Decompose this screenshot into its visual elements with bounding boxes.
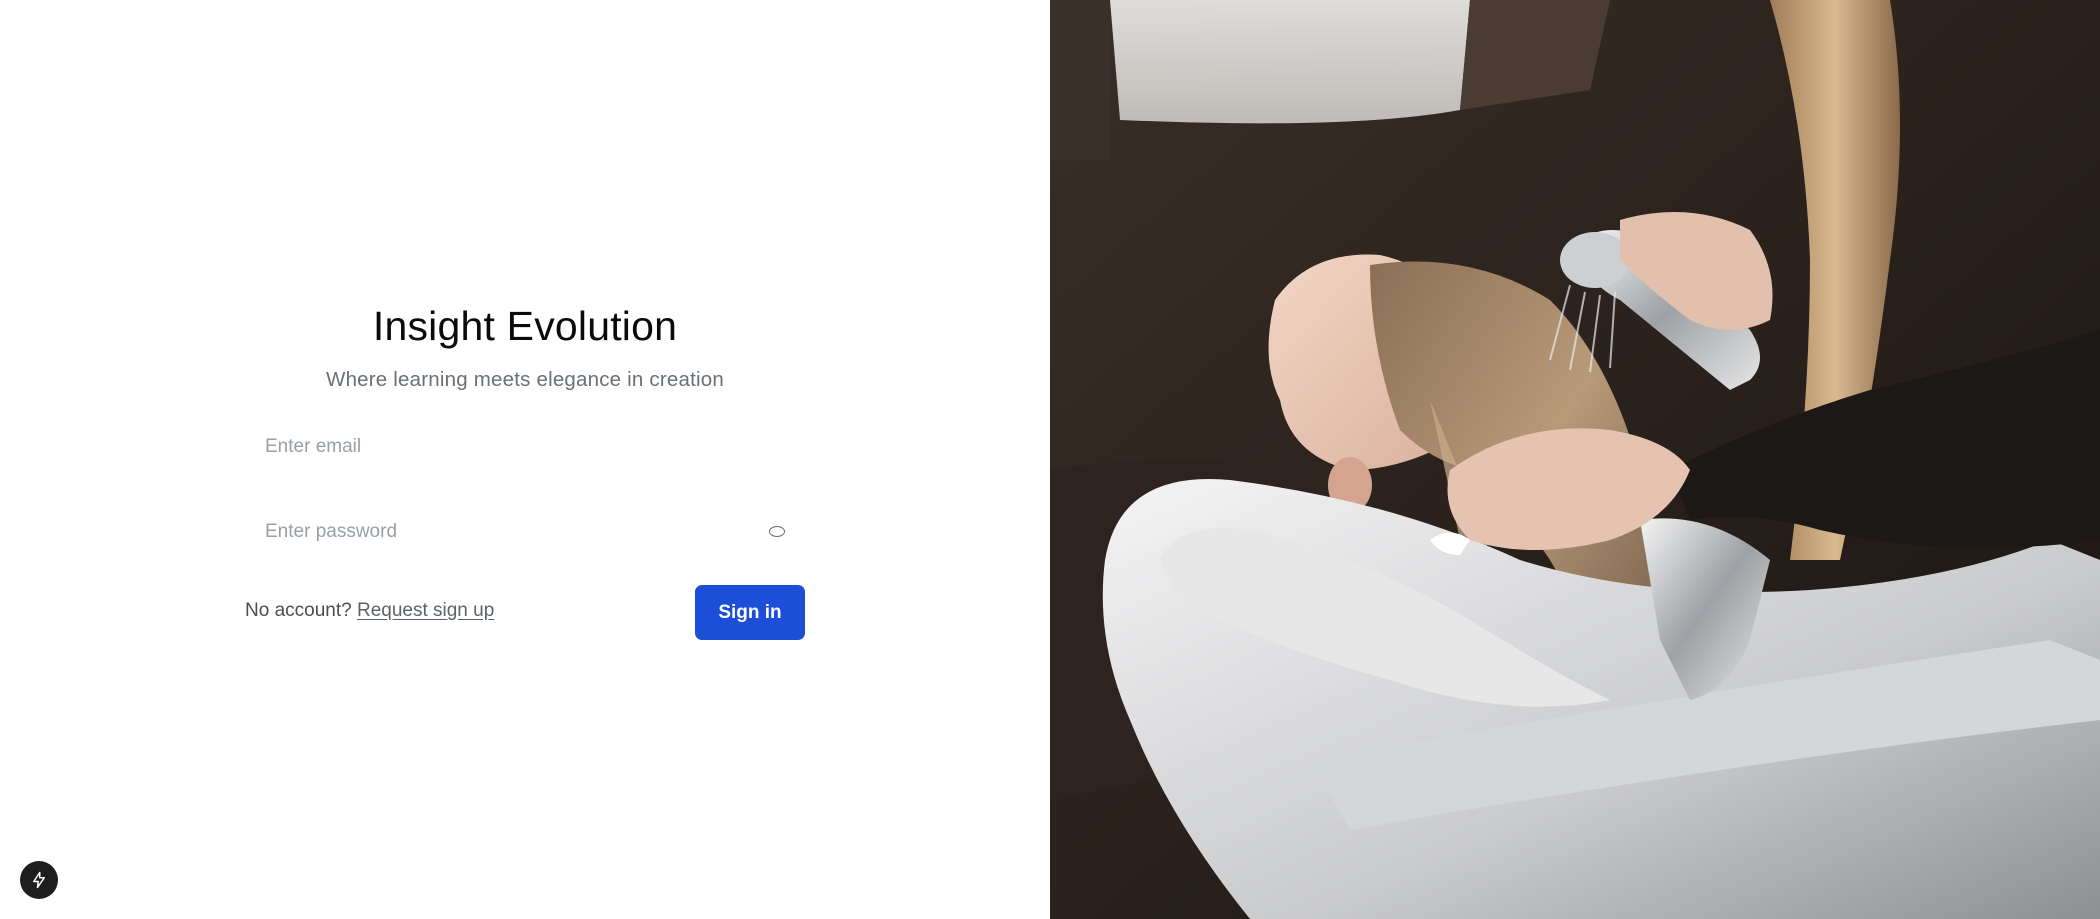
eye-icon[interactable]: [769, 526, 785, 537]
login-panel: Insight Evolution Where learning meets e…: [0, 0, 1050, 919]
app-tagline: Where learning meets elegance in creatio…: [326, 367, 724, 391]
email-field-wrapper: [245, 420, 805, 474]
password-field-wrapper: [245, 505, 805, 559]
sign-in-button[interactable]: Sign in: [695, 585, 805, 640]
app-title: Insight Evolution: [372, 303, 678, 350]
dev-tools-badge[interactable]: [20, 861, 58, 899]
login-page: Insight Evolution Where learning meets e…: [0, 0, 2100, 919]
hero-image: [1050, 0, 2100, 919]
password-field[interactable]: [245, 505, 805, 559]
salon-hair-wash-photo: [1050, 0, 2100, 919]
request-signup-link[interactable]: Request sign up: [357, 600, 494, 621]
no-account-text: No account?: [245, 600, 352, 621]
lightning-icon: [33, 871, 45, 889]
email-field[interactable]: [245, 420, 805, 474]
signup-prompt: No account? Request sign up: [245, 600, 494, 622]
